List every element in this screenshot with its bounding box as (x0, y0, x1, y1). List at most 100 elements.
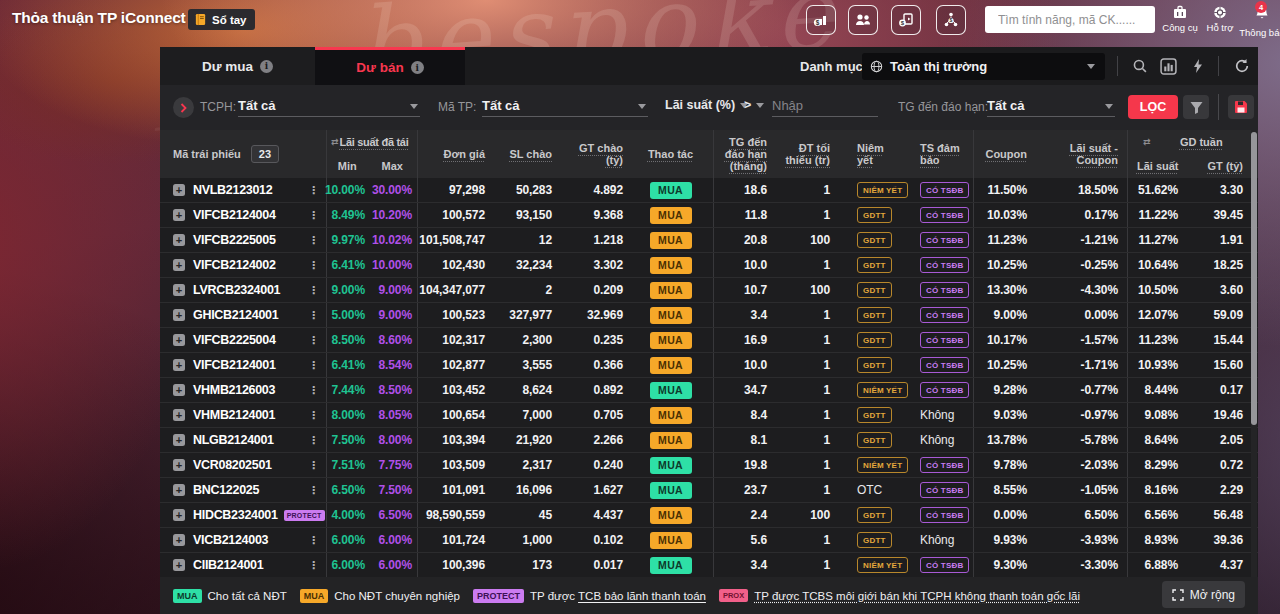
flash-icon[interactable] (1191, 58, 1205, 74)
row-menu-button[interactable]: ⋮ (308, 434, 319, 447)
ma-tp-dropdown[interactable]: Tất cả (482, 95, 648, 117)
notifications-menu[interactable]: 4 Thông báo (1240, 5, 1280, 38)
swap-columns-icon[interactable]: ⇄ (1143, 137, 1151, 147)
col-sl-chao[interactable]: SL chào (490, 130, 557, 178)
mua-button[interactable]: MUA (650, 457, 692, 474)
filter-apply-button[interactable]: LỌC (1128, 95, 1178, 119)
col-min[interactable]: Min (327, 160, 368, 172)
row-menu-button[interactable]: ⋮ (308, 409, 319, 422)
global-search-input[interactable] (985, 13, 1153, 27)
mua-button[interactable]: MUA (650, 357, 692, 374)
expand-row-button[interactable]: + (173, 384, 185, 396)
mua-button[interactable]: MUA (650, 507, 692, 524)
swap-columns-icon[interactable]: ⇄ (331, 137, 339, 147)
row-menu-button[interactable]: ⋮ (308, 334, 319, 347)
expand-row-button[interactable]: + (173, 209, 185, 221)
expand-row-button[interactable]: + (173, 259, 185, 271)
support-menu[interactable]: Hỗ trợ (1198, 5, 1242, 33)
expand-row-button[interactable]: + (173, 359, 185, 371)
tab-du-ban[interactable]: Dư bán i (315, 47, 465, 85)
tools-menu[interactable]: Công cụ (1158, 5, 1202, 33)
col-ma-trai-phieu[interactable]: Mã trái phiếu 23 (160, 130, 326, 178)
expand-row-button[interactable]: + (173, 434, 185, 446)
expand-row-button[interactable]: + (173, 234, 185, 246)
expand-row-button[interactable]: + (173, 184, 185, 196)
mua-button[interactable]: MUA (650, 557, 692, 574)
row-menu-button[interactable]: ⋮ (308, 184, 319, 197)
col-max[interactable]: Max (368, 160, 417, 172)
mua-button[interactable]: MUA (650, 407, 692, 424)
tcph-dropdown[interactable]: Tất cả (238, 95, 420, 117)
expand-row-button[interactable]: + (173, 334, 185, 346)
col-lai-suat-coupon[interactable]: Lãi suất - Coupon (1035, 130, 1127, 178)
expand-row-button[interactable]: + (173, 409, 185, 421)
mua-button[interactable]: MUA (650, 182, 692, 199)
col-dt-toi-thieu[interactable]: ĐT tối thiểu (tr) (775, 130, 838, 178)
row-menu-button[interactable]: ⋮ (308, 284, 319, 297)
rate-input[interactable]: Nhập (772, 95, 878, 117)
col-gt-chao[interactable]: GT chào (tỷ) (557, 130, 628, 178)
col-coupon[interactable]: Coupon (973, 130, 1035, 178)
expand-row-button[interactable]: + (173, 509, 185, 521)
mua-button[interactable]: MUA (650, 532, 692, 549)
max-rate-cell: 8.60% (367, 328, 417, 352)
expand-row-button[interactable]: + (173, 309, 185, 321)
row-menu-button[interactable]: ⋮ (308, 209, 319, 222)
expand-row-button[interactable]: + (173, 534, 185, 546)
collapse-filters-button[interactable] (173, 97, 194, 118)
col-thao-tac[interactable]: Thao tác (628, 130, 713, 178)
col-don-gia[interactable]: Đơn giá (417, 130, 490, 178)
customers-button[interactable] (848, 5, 878, 35)
row-menu-button[interactable]: ⋮ (308, 384, 319, 397)
row-menu-button[interactable]: ⋮ (308, 459, 319, 472)
gd-gt-cell: 1.91 (1186, 228, 1251, 252)
row-menu-button[interactable]: ⋮ (308, 359, 319, 372)
mua-button[interactable]: MUA (650, 282, 692, 299)
mua-button[interactable]: MUA (650, 432, 692, 449)
mua-button[interactable]: MUA (650, 257, 692, 274)
mua-button[interactable]: MUA (650, 382, 692, 399)
table-row: +VHMB2124001⋮8.00%8.05%100,6547,0000.705… (160, 403, 1258, 428)
expand-row-button[interactable]: + (173, 459, 185, 471)
network-button[interactable]: $ (936, 5, 966, 35)
listing-cell: NIÊM YẾT (838, 378, 918, 402)
protect-badge: PROTECT (284, 510, 325, 521)
row-menu-button[interactable]: ⋮ (308, 534, 319, 547)
scrollbar-track[interactable] (1251, 130, 1257, 577)
col-gd-gt[interactable]: GT (tỷ) (1187, 160, 1251, 172)
maturity-dropdown[interactable]: Tất cả (987, 95, 1115, 117)
lai-suat-dropdown[interactable]: Lãi suất (%) (665, 98, 748, 112)
col-tg-dao-han[interactable]: TG đến đáo hạn (tháng) (713, 130, 775, 178)
save-filter-button[interactable] (1228, 95, 1254, 119)
clear-filter-button[interactable] (1183, 95, 1209, 119)
tab-du-mua[interactable]: Dư mua i (160, 47, 315, 85)
row-menu-button[interactable]: ⋮ (308, 559, 319, 572)
col-niem-yet[interactable]: Niêm yết (838, 130, 918, 178)
mua-button[interactable]: MUA (650, 307, 692, 324)
mua-button[interactable]: MUA (650, 232, 692, 249)
table-body: +NVLB2123012⋮10.00%30.00%97,29850,2834.8… (160, 178, 1258, 577)
row-menu-button[interactable]: ⋮ (308, 309, 319, 322)
money-transfer-button[interactable]: $ (891, 5, 921, 35)
mua-button[interactable]: MUA (650, 482, 692, 499)
mua-button[interactable]: MUA (650, 332, 692, 349)
mua-button[interactable]: MUA (650, 207, 692, 224)
row-menu-button[interactable]: ⋮ (308, 484, 319, 497)
expand-button[interactable]: Mở rộng (1162, 581, 1245, 608)
row-menu-button[interactable]: ⋮ (308, 234, 319, 247)
operator-dropdown[interactable]: > (744, 98, 764, 112)
search-table-icon[interactable] (1132, 58, 1148, 74)
notebook-button[interactable]: Sổ tay (188, 9, 255, 30)
refresh-icon[interactable] (1234, 58, 1250, 74)
money-chart-button[interactable]: $ (806, 5, 836, 35)
scrollbar-thumb[interactable] (1251, 132, 1257, 425)
chart-view-icon[interactable] (1160, 58, 1177, 75)
expand-row-button[interactable]: + (173, 484, 185, 496)
expand-row-button[interactable]: + (173, 559, 185, 571)
row-menu-button[interactable]: ⋮ (308, 259, 319, 272)
watchlist-dropdown[interactable]: Toàn thị trường (862, 53, 1105, 80)
expand-row-button[interactable]: + (173, 284, 185, 296)
col-gd-lai-suat[interactable]: Lãi suất (1128, 160, 1187, 172)
listing-badge: GDTT (857, 282, 892, 298)
col-ts-dam-bao[interactable]: TS đảm bảo (918, 130, 973, 178)
